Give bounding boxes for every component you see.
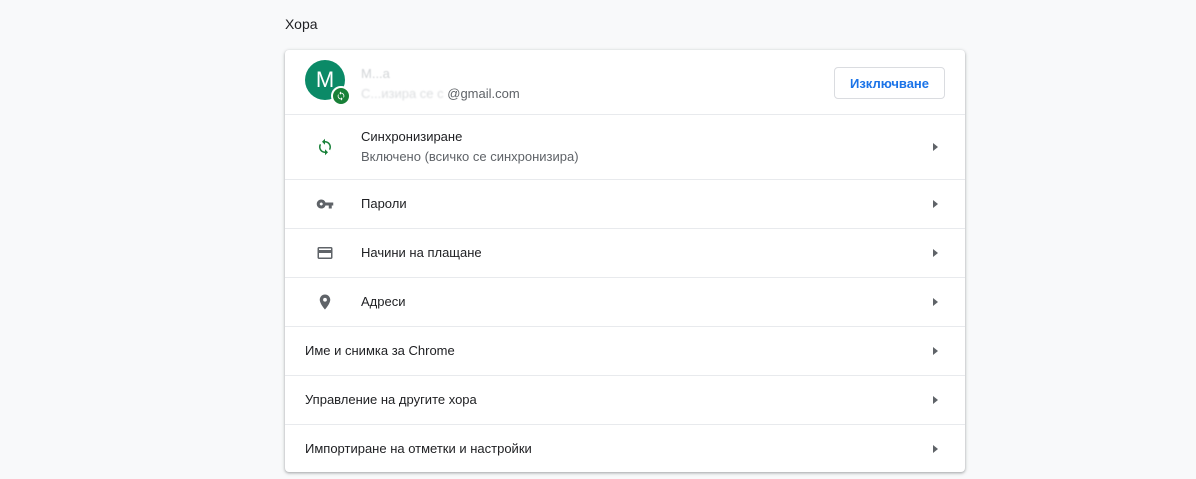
payment-methods-row[interactable]: Начини на плащане [285, 228, 965, 277]
chevron-right-icon [933, 298, 938, 306]
sync-text: Синхронизиране Включено (всичко се синхр… [361, 127, 579, 167]
sync-status: Включено (всичко се синхронизира) [361, 149, 579, 164]
chevron-right-icon [933, 347, 938, 355]
sync-badge-icon [331, 86, 351, 106]
chrome-name-picture-row[interactable]: Име и снимка за Chrome [285, 326, 965, 375]
sync-icon [315, 137, 335, 157]
profile-email-hidden [444, 86, 448, 101]
manage-other-people-label: Управление на другите хора [305, 392, 477, 407]
chrome-name-picture-label: Име и снимка за Chrome [305, 343, 455, 358]
addresses-label: Адреси [361, 294, 406, 309]
profile-sync-status: С...изира се с @gmail.com [361, 84, 520, 104]
profile-email-suffix: @gmail.com [447, 86, 520, 101]
chevron-right-icon [933, 249, 938, 257]
credit-card-icon [315, 243, 335, 263]
chevron-right-icon [933, 445, 938, 453]
passwords-row[interactable]: Пароли [285, 179, 965, 228]
location-pin-icon [315, 292, 335, 312]
payment-methods-label: Начини на плащане [361, 245, 482, 260]
chevron-right-icon [933, 200, 938, 208]
signout-button[interactable]: Изключване [834, 67, 945, 99]
profile-name: M...a [361, 66, 390, 81]
sync-row[interactable]: Синхронизиране Включено (всичко се синхр… [285, 114, 965, 179]
people-card: M M...a С...изира се с @gmail.com Изключ… [285, 50, 965, 472]
section-title: Хора [285, 16, 318, 32]
manage-other-people-row[interactable]: Управление на другите хора [285, 375, 965, 424]
profile-sync-prefix: С...изира се с [361, 86, 444, 101]
key-icon [315, 194, 335, 214]
import-bookmarks-label: Импортиране на отметки и настройки [305, 441, 532, 456]
profile-info: M...a С...изира се с @gmail.com [361, 64, 520, 104]
import-bookmarks-row[interactable]: Импортиране на отметки и настройки [285, 424, 965, 472]
chevron-right-icon [933, 143, 938, 151]
passwords-label: Пароли [361, 196, 407, 211]
profile-row: M M...a С...изира се с @gmail.com Изключ… [285, 50, 965, 114]
chevron-right-icon [933, 396, 938, 404]
avatar: M [305, 60, 351, 106]
addresses-row[interactable]: Адреси [285, 277, 965, 326]
sync-label: Синхронизиране [361, 129, 463, 144]
